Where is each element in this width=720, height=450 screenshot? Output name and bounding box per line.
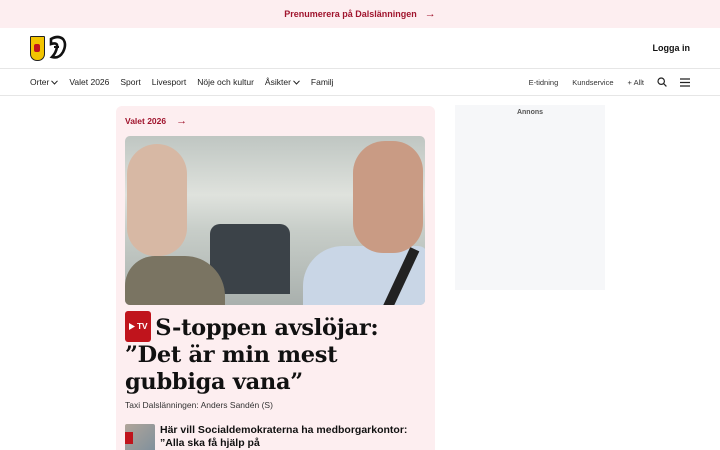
chevron-down-icon xyxy=(51,79,59,85)
nav-item-sport[interactable]: Sport xyxy=(120,77,140,87)
tv-badge: TV xyxy=(125,311,152,342)
kicker-label: Valet 2026 xyxy=(125,116,167,126)
nav-item-orter[interactable]: Orter xyxy=(30,77,59,87)
headline-text: S-toppen avslöjar: ”Det är min mest gubb… xyxy=(125,315,379,395)
nav-item-livesport[interactable]: Livesport xyxy=(152,77,187,87)
play-icon xyxy=(129,323,135,330)
nav-label: Sport xyxy=(120,77,141,87)
tv-badge-label: TV xyxy=(137,321,148,331)
nav-item-noje-och-kultur[interactable]: Nöje och kultur xyxy=(197,77,254,87)
menu-icon[interactable] xyxy=(679,77,690,88)
nav-label: Nöje och kultur xyxy=(197,77,254,87)
search-icon[interactable] xyxy=(656,77,667,88)
nav-label: Valet 2026 xyxy=(69,77,110,87)
login-link[interactable]: Logga in xyxy=(653,43,691,53)
nav-label: Orter xyxy=(30,77,50,87)
nav-label: Åsikter xyxy=(264,77,291,87)
related-article[interactable]: Här vill Socialdemokraterna ha medborgar… xyxy=(125,424,426,450)
nav-item-asikter[interactable]: Åsikter xyxy=(265,77,300,87)
nav-label: Familj xyxy=(310,77,334,87)
kundservice-link[interactable]: Kundservice xyxy=(572,78,613,87)
chevron-down-icon xyxy=(293,79,300,85)
related-article-thumbnail xyxy=(125,424,155,450)
nav-label: Livesport xyxy=(151,77,187,87)
coat-of-arms-icon xyxy=(30,35,45,61)
ad-slot[interactable]: Annons xyxy=(455,105,605,290)
nav-item-valet-2026[interactable]: Valet 2026 xyxy=(69,77,109,87)
main-nav: Orter Valet 2026 Sport Livesport Nöje oc… xyxy=(0,68,720,96)
related-article-headline: Här vill Socialdemokraterna ha medborgar… xyxy=(160,424,408,449)
promo-text: Prenumerera på Dalslänningen xyxy=(284,9,417,19)
promo-banner[interactable]: Prenumerera på Dalslänningen → xyxy=(0,0,720,28)
monogram-logo-icon xyxy=(49,35,67,59)
ad-label: Annons xyxy=(516,109,544,116)
featured-article-card[interactable]: Valet 2026 → TV S-toppen avslöjar: ”Det … xyxy=(116,106,435,450)
allt-link[interactable]: + Allt xyxy=(628,78,644,87)
arrow-right-icon: → xyxy=(176,115,188,127)
main-content: Valet 2026 → TV S-toppen avslöjar: ”Det … xyxy=(0,96,720,450)
site-logo[interactable] xyxy=(30,35,68,61)
nav-item-familj[interactable]: Familj xyxy=(311,77,334,87)
article-hero-image[interactable] xyxy=(125,136,425,305)
article-kicker[interactable]: Valet 2026 → xyxy=(125,115,426,127)
article-headline[interactable]: TV S-toppen avslöjar: ”Det är min mest g… xyxy=(125,311,426,396)
top-bar: Logga in xyxy=(0,28,720,68)
arrow-right-icon: → xyxy=(424,8,436,20)
article-byline: Taxi Dalslänningen: Anders Sandén (S) xyxy=(125,400,273,410)
e-tidning-link[interactable]: E-tidning xyxy=(529,78,559,87)
